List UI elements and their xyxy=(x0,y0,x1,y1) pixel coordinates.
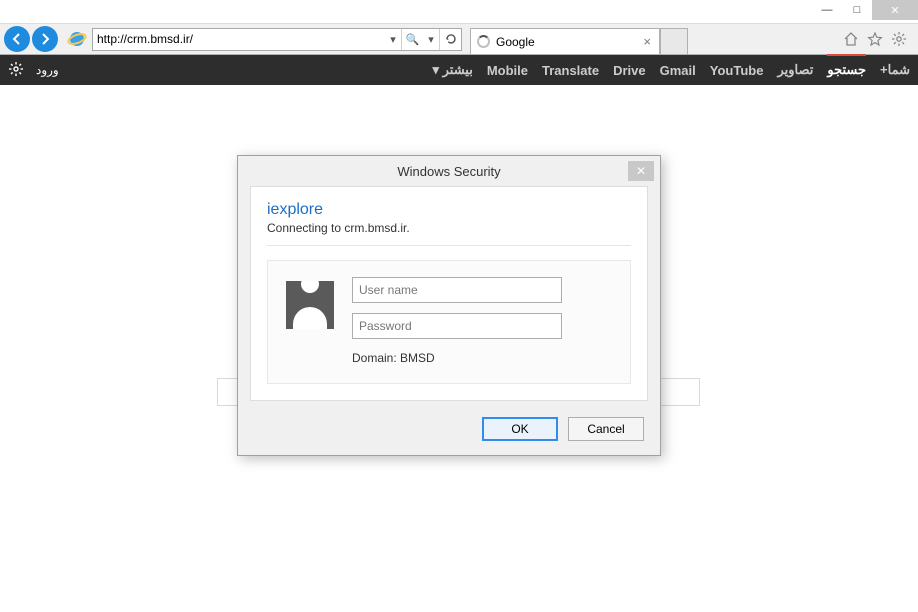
gbar-link[interactable]: تصاویر xyxy=(777,62,813,78)
domain-label: Domain: BMSD xyxy=(352,351,562,365)
new-tab-button[interactable] xyxy=(660,28,688,54)
dialog-app-name: iexplore xyxy=(267,201,631,219)
window-close-button[interactable]: ✕ xyxy=(872,0,918,20)
browser-navbar: ▾ 🔍 ▾ Google × xyxy=(0,23,918,55)
tab-title: Google xyxy=(496,35,535,49)
gbar-link[interactable]: +شما xyxy=(880,62,910,78)
gbar-right-links: ▾ بیشتر Mobile Translate Drive Gmail You… xyxy=(432,62,910,78)
gbar-link[interactable]: Translate xyxy=(542,63,599,78)
dialog-titlebar: Windows Security ✕ xyxy=(238,156,660,186)
favorites-icon[interactable] xyxy=(866,30,884,48)
gbar-gear-icon[interactable] xyxy=(8,61,26,79)
tools-gear-icon[interactable] xyxy=(890,30,908,48)
maximize-button[interactable]: □ xyxy=(842,0,872,20)
dialog-message: Connecting to crm.bmsd.ir. xyxy=(267,221,631,235)
ie-logo-icon xyxy=(66,28,88,50)
loading-spinner-icon xyxy=(477,35,490,48)
tab-close-button[interactable]: × xyxy=(641,34,653,49)
search-button[interactable]: 🔍 xyxy=(401,29,423,50)
gbar-link[interactable]: Drive xyxy=(613,63,646,78)
search-box-right-edge xyxy=(660,378,700,406)
credentials-box: Domain: BMSD xyxy=(267,260,631,384)
browser-tab[interactable]: Google × xyxy=(470,28,660,54)
navbar-right-icons xyxy=(842,30,914,48)
search-dropdown-button[interactable]: ▾ xyxy=(423,29,439,50)
address-bar: ▾ 🔍 ▾ xyxy=(92,28,462,51)
dialog-title: Windows Security xyxy=(397,164,500,179)
gbar-link[interactable]: Mobile xyxy=(487,63,528,78)
gbar-link[interactable]: YouTube xyxy=(710,63,764,78)
search-box-left-edge xyxy=(217,378,237,406)
address-dropdown-button[interactable]: ▾ xyxy=(385,29,401,50)
dialog-divider xyxy=(267,245,631,246)
dialog-actions: OK Cancel xyxy=(238,413,660,455)
home-icon[interactable] xyxy=(842,30,860,48)
gbar-login-link[interactable]: ورود xyxy=(36,63,59,77)
gbar-link-active[interactable]: جستجو xyxy=(827,54,866,78)
ok-button[interactable]: OK xyxy=(482,417,558,441)
google-bar: ورود ▾ بیشتر Mobile Translate Drive Gmai… xyxy=(0,55,918,85)
gbar-link[interactable]: Gmail xyxy=(660,63,696,78)
dialog-body: iexplore Connecting to crm.bmsd.ir. Doma… xyxy=(250,186,648,401)
username-input[interactable] xyxy=(352,277,562,303)
gbar-more-link[interactable]: ▾ بیشتر xyxy=(432,62,472,78)
minimize-button[interactable]: — xyxy=(812,0,842,20)
forward-button[interactable] xyxy=(32,26,58,52)
user-avatar-icon xyxy=(286,281,334,329)
url-input[interactable] xyxy=(93,29,385,50)
dialog-close-button[interactable]: ✕ xyxy=(628,161,654,181)
tab-strip: Google × xyxy=(470,24,688,54)
windows-security-dialog: Windows Security ✕ iexplore Connecting t… xyxy=(237,155,661,456)
page-content: Windows Security ✕ iexplore Connecting t… xyxy=(0,85,918,612)
window-titlebar: — □ ✕ xyxy=(0,0,918,23)
back-button[interactable] xyxy=(4,26,30,52)
cancel-button[interactable]: Cancel xyxy=(568,417,644,441)
password-input[interactable] xyxy=(352,313,562,339)
refresh-button[interactable] xyxy=(439,29,461,50)
